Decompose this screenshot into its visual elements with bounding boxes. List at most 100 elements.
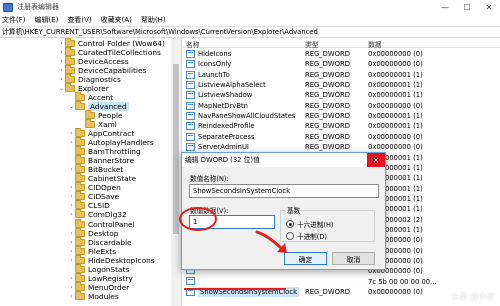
value-type-cell: REG_DWORD <box>305 50 350 58</box>
key-tree[interactable]: › Control Folder (Wow64) › CuratedTileColle… <box>0 38 182 306</box>
table-row[interactable]: ServerAdminUI REG_DWORD 0x00000000 (0) <box>183 142 500 152</box>
folder-icon <box>75 218 85 228</box>
value-data-cell: 0x00000000 (0) <box>368 50 423 58</box>
folder-icon <box>75 209 85 219</box>
collapse-chevron-icon[interactable]: ⌄ <box>58 83 65 93</box>
reg-dword-icon <box>186 70 195 79</box>
value-data-cell: 0x00000001 (1) <box>368 81 423 90</box>
value-data-cell: 0x00000001 (1) <box>368 70 423 79</box>
value-type-cell: REG_DWORD <box>305 70 350 79</box>
value-name-label: 数值名称(N): <box>190 175 229 183</box>
value-name-cell: ListviewAlphaSelect <box>186 80 266 90</box>
folder-icon <box>75 100 85 110</box>
value-data-cell: 0x00000001 (1) <box>368 91 423 100</box>
table-row[interactable]: 7c 5b 00 00 00 00... <box>183 276 500 287</box>
value-name-cell: MapNetDrvBtn <box>186 101 248 111</box>
value-type-cell: REG_DWORD <box>305 91 350 100</box>
annotation-arrow-icon <box>255 230 287 253</box>
reg-dword-icon <box>186 60 195 69</box>
value-name-text: LaunchTo <box>198 70 230 79</box>
table-row[interactable]: IconsOnly REG_DWORD 0x00000000 (0) <box>183 59 500 69</box>
menu-edit[interactable]: 编辑(E) <box>35 15 59 25</box>
dialog-close-button[interactable]: ✕ <box>367 153 385 167</box>
menu-view[interactable]: 查看(V) <box>67 15 91 25</box>
folder-icon <box>75 236 85 246</box>
folder-icon <box>75 182 85 192</box>
dec-radio-label: 十进制(D) <box>297 233 328 241</box>
base-label: 基数 <box>285 205 303 215</box>
value-data-cell: 0x00000001 (1) <box>368 122 423 131</box>
minimize-button[interactable]: — <box>434 0 456 14</box>
folder-icon <box>75 155 85 165</box>
value-data-cell: 0x00000000 (0) <box>368 288 423 297</box>
expand-chevron-icon[interactable]: › <box>68 291 75 301</box>
value-type-cell: REG_DWORD <box>305 122 350 131</box>
value-data-cell: 0x00000000 (0) <box>368 143 423 152</box>
folder-icon <box>75 137 85 147</box>
menu-file[interactable]: 文件(F) <box>2 15 26 25</box>
folder-icon <box>75 146 85 156</box>
value-name-text: MapNetDrvBtn <box>198 101 248 110</box>
tree-item[interactable]: › Modules <box>68 290 119 301</box>
header-type[interactable]: 类型 <box>305 39 319 49</box>
menu-bar: 文件(F) 编辑(E) 查看(V) 收藏夹(A) 帮助(H) <box>0 14 500 26</box>
window-controls: — ☐ ✕ <box>434 0 500 14</box>
folder-icon <box>65 46 75 56</box>
value-name-cell: HideIcons <box>186 49 231 59</box>
folder-icon <box>65 73 75 83</box>
folder-icon <box>75 200 85 210</box>
folder-icon <box>75 245 85 255</box>
value-name-cell <box>186 276 198 285</box>
value-name-text: ReindexedProfile <box>198 122 255 131</box>
title-bar: 注册表编辑器 — ☐ ✕ <box>0 0 500 14</box>
value-name-text: NavPaneShowAllCloudStates <box>198 112 296 121</box>
close-button[interactable]: ✕ <box>478 0 500 14</box>
value-type-cell: REG_DWORD <box>305 288 350 297</box>
tree-scrollbar[interactable] <box>171 38 181 306</box>
cancel-button[interactable]: 取消 <box>332 252 375 265</box>
value-name-text: HideIcons <box>198 50 232 58</box>
folder-icon <box>75 173 85 183</box>
menu-help[interactable]: 帮助(H) <box>141 15 166 25</box>
table-row[interactable]: ReindexedProfile REG_DWORD 0x00000001 (1) <box>183 121 500 131</box>
address-bar[interactable]: 计算机\HKEY_CURRENT_USER\Software\Microsoft… <box>0 26 500 38</box>
value-type-cell: REG_DWORD <box>305 60 350 69</box>
reg-dword-icon <box>186 101 195 110</box>
folder-icon <box>75 272 85 282</box>
folder-icon <box>65 38 75 47</box>
value-data-cell: 0x00000000 (0) <box>368 101 423 110</box>
folder-icon <box>65 64 75 74</box>
tree-item-label: Modules <box>88 291 119 301</box>
folder-icon <box>75 128 85 137</box>
folder-icon <box>75 281 85 291</box>
folder-icon <box>75 191 85 201</box>
folder-icon <box>75 227 85 237</box>
value-name-text: ListviewAlphaSelect <box>198 81 266 90</box>
reg-dword-icon <box>186 112 195 121</box>
table-row[interactable]: LaunchTo REG_DWORD 0x00000001 (1) <box>183 70 500 80</box>
tree-scrollbar-thumb[interactable] <box>173 64 179 234</box>
collapse-chevron-icon[interactable]: ⌄ <box>68 101 75 111</box>
table-row[interactable]: MapNetDrvBtn REG_DWORD 0x00000000 (0) <box>183 101 500 111</box>
table-row[interactable]: ListviewShadow REG_DWORD 0x00000001 (1) <box>183 90 500 100</box>
value-name-cell: NavPaneShowAllCloudStates <box>186 111 295 121</box>
menu-favorites[interactable]: 收藏夹(A) <box>101 15 132 25</box>
reg-dword-icon <box>186 132 195 141</box>
value-name-text: ListviewShadow <box>198 91 253 100</box>
header-name[interactable]: 名称 <box>186 39 200 49</box>
value-name-text: ServerAdminUI <box>198 143 249 152</box>
folder-icon <box>75 164 85 174</box>
table-row[interactable]: HideIcons REG_DWORD 0x00000000 (0) <box>183 49 500 59</box>
value-name-field[interactable]: ShowSecondsInSystemClock <box>189 184 379 198</box>
value-type-cell: REG_DWORD <box>305 143 350 152</box>
value-name-cell: ListviewShadow <box>186 90 252 100</box>
table-row[interactable]: SeparateProcess REG_DWORD 0x00000000 (0) <box>183 132 500 142</box>
folder-icon <box>85 118 95 128</box>
header-data[interactable]: 数据 <box>368 39 382 49</box>
folder-icon <box>65 55 75 65</box>
table-row[interactable]: NavPaneShowAllCloudStates REG_DWORD 0x0000… <box>183 111 500 121</box>
value-type-cell: REG_DWORD <box>305 101 350 110</box>
list-header: 名称 类型 数据 <box>183 38 500 49</box>
table-row[interactable]: ListviewAlphaSelect REG_DWORD 0x00000001 (… <box>183 80 500 90</box>
maximize-button[interactable]: ☐ <box>456 0 478 14</box>
